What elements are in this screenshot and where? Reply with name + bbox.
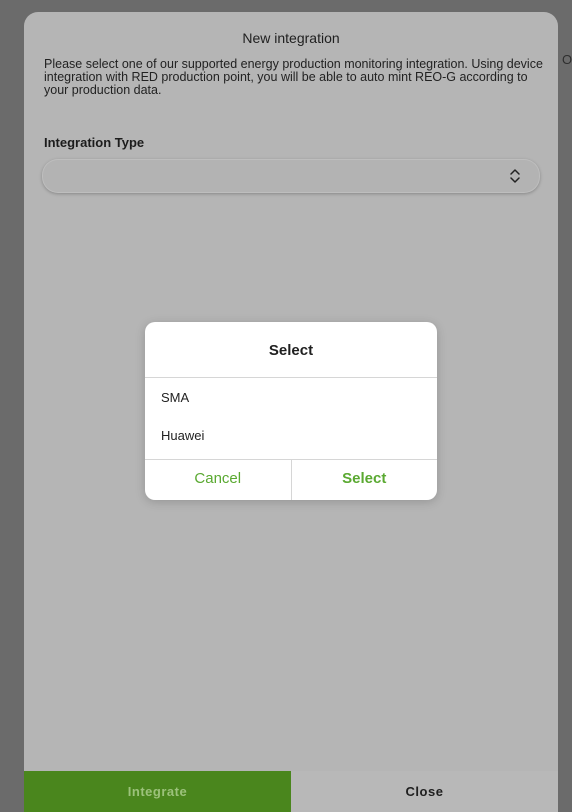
picker-option-huawei[interactable]: Huawei	[145, 416, 437, 454]
modal-description: Please select one of our supported energ…	[44, 57, 543, 97]
close-button[interactable]: Close	[291, 771, 558, 812]
modal-title: New integration	[242, 30, 340, 46]
select-picker-dialog: Select SMA Huawei Cancel Select	[145, 322, 437, 500]
integration-type-select[interactable]	[42, 159, 540, 193]
picker-option-sma[interactable]: SMA	[145, 378, 437, 416]
background-partial-text: O	[562, 52, 572, 67]
picker-select-button[interactable]: Select	[292, 460, 438, 500]
picker-cancel-button[interactable]: Cancel	[145, 460, 292, 500]
modal-footer: Integrate Close	[24, 771, 558, 812]
integrate-button[interactable]: Integrate	[24, 771, 291, 812]
integration-type-label: Integration Type	[44, 135, 145, 150]
picker-dialog-actions: Cancel Select	[145, 459, 437, 500]
picker-dialog-title: Select	[145, 322, 437, 378]
up-down-chevron-icon	[510, 169, 520, 183]
